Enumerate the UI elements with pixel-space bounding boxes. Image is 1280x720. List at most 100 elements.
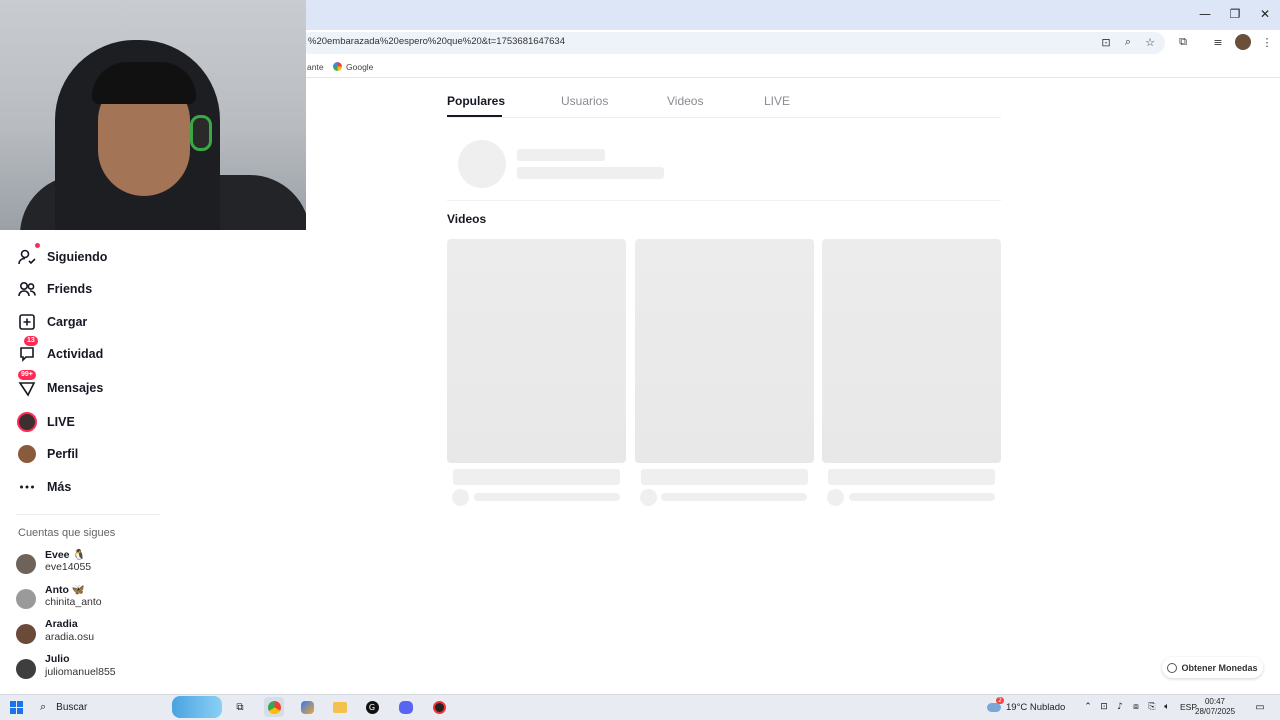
restore-button[interactable]: ❐ [1220,0,1250,28]
sidebar-item-siguiendo[interactable]: Siguiendo [16,243,107,269]
sidebar-divider [16,514,160,515]
get-coins-label: Obtener Monedas [1181,662,1258,673]
followed-account[interactable]: Aradia aradia.osu [16,618,236,648]
activity-badge: 13 [24,336,38,346]
sidebar-item-label: Más [47,480,72,494]
account-name: Evee 🐧 [45,549,86,561]
messages-badge: 99+ [18,370,36,380]
video-author-skeleton [661,493,807,501]
webcam-headset [190,115,212,151]
video-author-avatar-skeleton [827,489,844,506]
sidebar-item-label: Siguiendo [47,250,108,264]
avatar [16,624,36,644]
profile-icon [16,443,38,465]
user-skeleton-subtitle [517,167,664,179]
followed-account[interactable]: Evee 🐧 eve14055 [16,548,236,578]
account-username: juliomanuel855 [45,666,116,678]
sidebar-item-friends[interactable]: Friends [16,277,92,301]
friends-icon [16,278,38,300]
sidebar-item-label: Cargar [47,315,88,329]
avatar [16,554,36,574]
sidebar-item-label: Mensajes [47,381,104,395]
sidebar-item-label: Perfil [47,447,79,461]
video-card-skeleton[interactable] [635,239,814,463]
google-icon [333,62,342,71]
followed-account[interactable]: Anto 🦋 chinita_anto [16,583,236,613]
media-icon[interactable]: ≡ [1210,34,1226,50]
video-caption-skeleton [453,469,620,485]
sidebar-item-perfil[interactable]: Perfil [16,442,78,466]
windows-start-icon[interactable] [6,697,26,717]
weather-icon[interactable]: 2 [984,697,1004,717]
profile-avatar-icon[interactable] [1235,34,1251,50]
search-tabs: Populares Usuarios Videos LIVE [447,94,1001,118]
search-highlight-icon [172,696,222,718]
activity-icon: 13 [16,336,38,365]
copilot-icon[interactable] [297,697,317,717]
zoom-icon[interactable]: ⌕ [1120,34,1136,50]
account-name: Anto 🦋 [45,584,85,596]
following-icon [16,243,40,268]
video-author-avatar-skeleton [452,489,469,506]
video-caption-skeleton [641,469,808,485]
notifications-icon[interactable]: ▭ [1250,697,1270,717]
clock-date: 28/07/2025 [1195,707,1236,716]
account-name: Julio [45,653,70,665]
bookmark-label: Google [346,62,374,72]
obs-icon[interactable] [429,697,449,717]
taskbar-search[interactable]: ⌕ Buscar [32,694,222,720]
followed-account[interactable]: Julio juliomanuel855 [16,653,236,683]
search-icon: ⌕ [40,700,47,713]
sidebar-item-label: LIVE [47,415,75,429]
webcam-hair [92,62,196,104]
install-app-icon[interactable]: ⊡ [1098,34,1114,50]
menu-kebab-icon[interactable]: ⋮ [1259,34,1275,50]
url-text[interactable]: %20embarazada%20espero%20que%20&t=175368… [308,36,565,47]
bookmark-google[interactable]: Google [333,62,373,72]
extensions-icon[interactable]: ⧉ [1175,34,1191,50]
file-explorer-icon[interactable] [330,697,350,717]
weather-text[interactable]: 19°C Nublado [1006,702,1065,713]
video-card-skeleton[interactable] [822,239,1001,463]
notification-dot [35,243,40,248]
bookmark-star-icon[interactable]: ☆ [1142,34,1158,50]
screen: — ❐ ✕ %20embarazada%20espero%20que%20&t=… [0,0,1280,720]
sidebar-item-mas[interactable]: Más [16,475,71,499]
sidebar-item-label: Friends [47,282,93,296]
video-author-avatar-skeleton [640,489,657,506]
video-author-skeleton [474,493,620,501]
user-skeleton-name [517,149,605,161]
avatar [16,659,36,679]
video-author-skeleton [849,493,995,501]
tab-usuarios[interactable]: Usuarios [561,94,608,108]
clock-time: 00:47 [1204,697,1226,706]
get-coins-button[interactable]: Obtener Monedas [1162,657,1263,678]
task-view-icon[interactable]: ⧉ [230,697,250,717]
video-card-skeleton[interactable] [447,239,626,463]
volume-icon[interactable]: 🔈︎ [1157,697,1177,717]
minimize-button[interactable]: — [1190,0,1220,28]
following-heading: Cuentas que sigues [18,527,116,539]
sidebar-item-label: Actividad [47,347,104,361]
discord-icon[interactable] [396,697,416,717]
account-username: aradia.osu [45,631,95,643]
tab-videos[interactable]: Videos [667,94,703,108]
sidebar-item-actividad[interactable]: 13 Actividad [16,336,103,366]
webcam-overlay [0,0,306,230]
close-button[interactable]: ✕ [1250,0,1280,28]
sidebar-item-mensajes[interactable]: 99+ Mensajes [16,370,103,400]
chrome-icon[interactable] [264,697,284,717]
tab-live[interactable]: LIVE [764,94,790,108]
more-icon [16,476,38,498]
sidebar-item-live[interactable]: LIVE [16,410,75,434]
tab-populares[interactable]: Populares [447,94,505,108]
section-title: Videos [447,212,487,226]
clock[interactable]: 00:47 28/07/2025 [1195,697,1235,717]
weather-badge: 2 [996,697,1004,704]
live-icon [16,411,38,433]
active-tab-indicator [447,115,502,117]
sidebar-item-cargar[interactable]: Cargar [16,310,87,334]
search-label: Buscar [56,701,88,713]
bookmark-item[interactable]: ante [307,62,324,72]
logitech-icon[interactable]: G [362,697,382,717]
